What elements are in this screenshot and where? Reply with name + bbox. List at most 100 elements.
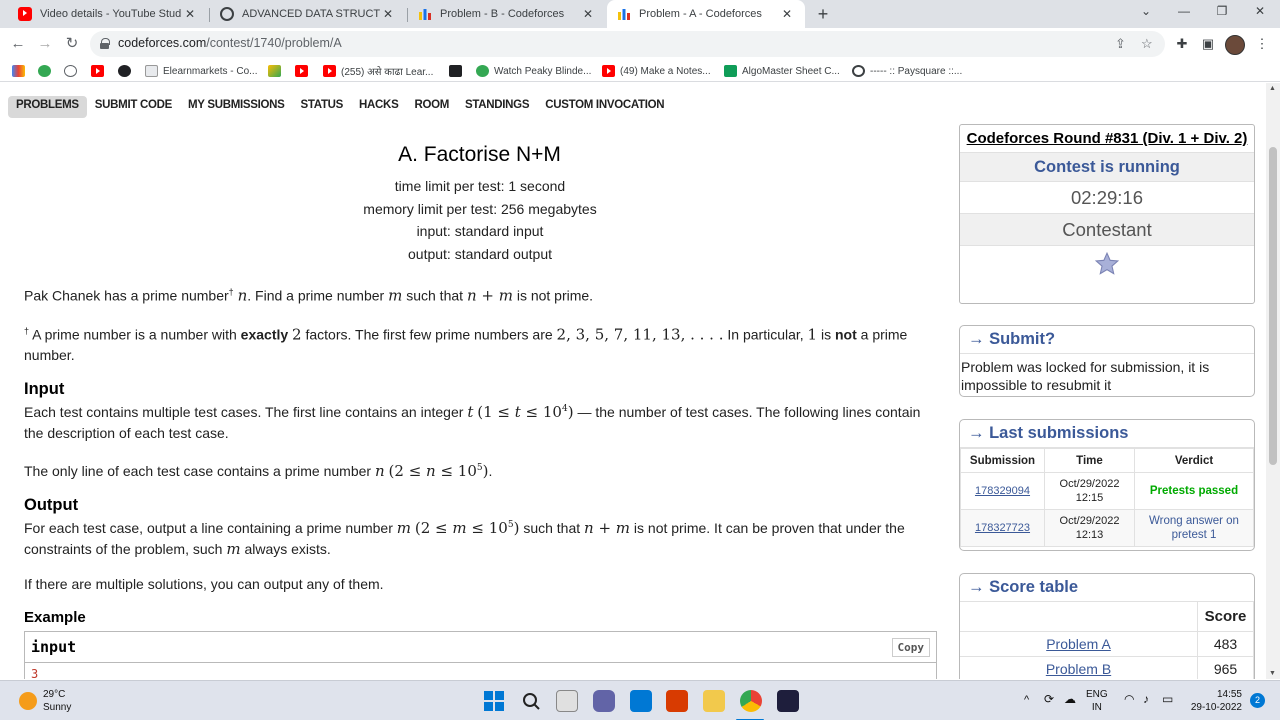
close-icon[interactable]: ✕ — [182, 7, 198, 21]
share-icon[interactable]: ⇪ — [1115, 36, 1126, 52]
language-indicator[interactable]: ENG IN — [1086, 688, 1108, 714]
output-section-text: For each test case, output a line contai… — [24, 519, 905, 559]
back-icon[interactable]: ← — [8, 34, 28, 54]
start-icon[interactable] — [483, 690, 505, 712]
bookmark-peaky-blinders[interactable]: Watch Peaky Blinde... — [476, 63, 591, 79]
menu-problems[interactable]: PROBLEMS — [8, 96, 87, 118]
codeforces-icon — [617, 7, 631, 21]
score-problem[interactable]: Problem B — [960, 656, 1198, 679]
wifi-icon[interactable]: ◠ — [1124, 693, 1134, 706]
score-table-box: → Score table Score Problem A 483 Proble… — [959, 573, 1255, 679]
new-tab-button[interactable]: + — [813, 3, 833, 25]
bookmark-gmail[interactable] — [12, 63, 30, 79]
avatar[interactable] — [1225, 35, 1245, 55]
clock[interactable]: 14:55 29-10-2022 — [1190, 688, 1242, 714]
weather-widget[interactable]: 29°C Sunny — [43, 688, 71, 714]
green-badge-icon — [38, 65, 51, 77]
reload-icon[interactable]: ↻ — [62, 34, 82, 54]
tab-problem-a[interactable]: Problem - A - Codeforces ✕ — [607, 0, 805, 28]
scroll-down-icon[interactable]: ▼ — [1269, 670, 1276, 677]
bookmarks-bar: Elearnmarkets - Co... (255) असे काढा Lea… — [0, 60, 1280, 82]
teams-chat-icon[interactable] — [593, 690, 615, 712]
close-icon[interactable]: ✕ — [779, 7, 795, 21]
minimize-icon[interactable]: — — [1174, 4, 1194, 18]
notification-badge[interactable]: 2 — [1250, 693, 1265, 708]
tab-problem-b[interactable]: Problem - B - Codeforces ✕ — [408, 0, 606, 28]
tray-overflow-icon[interactable]: ^ — [1024, 694, 1029, 707]
office-icon[interactable] — [666, 690, 688, 712]
example-input-content[interactable]: 3 — [25, 663, 936, 679]
menu-standings[interactable]: STANDINGS — [457, 96, 537, 118]
input-section-text: Each test contains multiple test cases. … — [24, 403, 921, 442]
close-window-icon[interactable]: ✕ — [1250, 4, 1270, 18]
problem-title: A. Factorise N+M — [398, 143, 561, 166]
weather-sun-icon[interactable] — [19, 692, 37, 710]
submit-locked-message: Problem was locked for submission, it is… — [961, 359, 1210, 393]
close-icon[interactable]: ✕ — [380, 7, 396, 21]
copy-button[interactable]: Copy — [891, 638, 930, 657]
intellij-icon[interactable] — [777, 690, 799, 712]
bookmark-2[interactable] — [38, 63, 56, 79]
bookmark-3[interactable] — [64, 63, 82, 79]
bookmark-youtube[interactable] — [91, 63, 109, 79]
youtube-icon — [18, 7, 32, 21]
close-icon[interactable]: ✕ — [580, 7, 596, 21]
table-row: Problem B 965 — [960, 656, 1254, 679]
menu-hacks[interactable]: HACKS — [351, 96, 406, 118]
mail-icon[interactable] — [630, 690, 652, 712]
file-explorer-icon[interactable] — [703, 690, 725, 712]
multi-solutions-note: If there are multiple solutions, you can… — [24, 576, 384, 593]
bookmark-youtube-2[interactable] — [295, 63, 313, 79]
menu-my-submissions[interactable]: MY SUBMISSIONS — [180, 96, 293, 118]
tab-youtube-studio[interactable]: Video details - YouTube Studio ✕ — [8, 0, 208, 28]
bookmark-elearnmarkets[interactable]: Elearnmarkets - Co... — [145, 63, 257, 79]
col-verdict: Verdict — [1134, 448, 1254, 473]
bookmark-pencil[interactable] — [268, 63, 286, 79]
forward-icon[interactable]: → — [35, 34, 55, 54]
bookmark-star-icon[interactable]: ☆ — [1141, 36, 1153, 52]
input-spec: input: standard input — [416, 223, 544, 239]
chrome-icon[interactable] — [740, 690, 762, 712]
bookmark-terminal[interactable] — [449, 63, 467, 79]
address-toolbar: ← → ↻ codeforces.com/contest/1740/proble… — [0, 28, 1280, 60]
search-icon[interactable] — [520, 690, 542, 712]
submission-id[interactable]: 178329094 — [960, 472, 1045, 510]
menu-room[interactable]: ROOM — [406, 96, 457, 118]
restore-icon[interactable]: ❐ — [1212, 4, 1232, 18]
submission-id[interactable]: 178327723 — [960, 509, 1045, 547]
favourite-star-icon[interactable] — [960, 246, 1254, 284]
page-scrollbar[interactable]: ▲ ▼ — [1266, 83, 1280, 679]
volume-icon[interactable]: ♪ — [1143, 693, 1149, 706]
menu-status[interactable]: STATUS — [293, 96, 352, 118]
bookmark-paysquare[interactable]: ----- :: Paysquare ::... — [852, 63, 962, 79]
bookmark-github[interactable] — [118, 63, 136, 79]
scrollbar-thumb[interactable] — [1269, 147, 1277, 465]
contest-name-link[interactable]: Codeforces Round #831 (Div. 1 + Div. 2) — [960, 125, 1254, 153]
tab-advanced-data-structures[interactable]: ADVANCED DATA STRUCTURES | ✕ — [210, 0, 406, 28]
example-input-label: input — [31, 638, 77, 656]
url-text[interactable]: codeforces.com/contest/1740/problem/A — [118, 36, 342, 50]
battery-icon[interactable]: ▭ — [1162, 693, 1173, 706]
contest-info-box: Codeforces Round #831 (Div. 1 + Div. 2) … — [959, 124, 1255, 304]
menu-submit-code[interactable]: SUBMIT CODE — [87, 96, 180, 118]
extensions-icon[interactable]: ✚ — [1174, 36, 1190, 52]
tab-search-icon[interactable]: ⌄ — [1136, 4, 1156, 18]
score-problem[interactable]: Problem A — [960, 631, 1198, 657]
menu-custom-invocation[interactable]: CUSTOM INVOCATION — [537, 96, 672, 118]
bookmark-make-notes[interactable]: (49) Make a Notes... — [602, 63, 711, 79]
task-view-icon[interactable] — [556, 690, 578, 712]
menu-icon[interactable]: ⋮ — [1254, 36, 1270, 52]
bookmark-youtube-learn[interactable]: (255) असे काढा Lear... — [323, 63, 433, 79]
table-row: Problem A 483 — [960, 631, 1254, 657]
memory-limit: memory limit per test: 256 megabytes — [363, 200, 597, 217]
example-input-box: input Copy 3 — [24, 631, 937, 679]
bookmark-algomaster[interactable]: AlgoMaster Sheet C... — [724, 63, 840, 79]
side-panel-icon[interactable]: ▣ — [1200, 36, 1216, 52]
onedrive-icon[interactable]: ☁ — [1064, 693, 1076, 706]
legend-paragraph: Pak Chanek has a prime number† n. Find a… — [24, 286, 594, 305]
address-bar[interactable]: codeforces.com/contest/1740/problem/A ⇪ … — [90, 31, 1165, 57]
scroll-up-icon[interactable]: ▲ — [1269, 85, 1276, 92]
terminal-icon — [449, 65, 462, 77]
sync-icon[interactable]: ⟳ — [1044, 693, 1054, 706]
input-section-title: Input — [24, 380, 65, 399]
